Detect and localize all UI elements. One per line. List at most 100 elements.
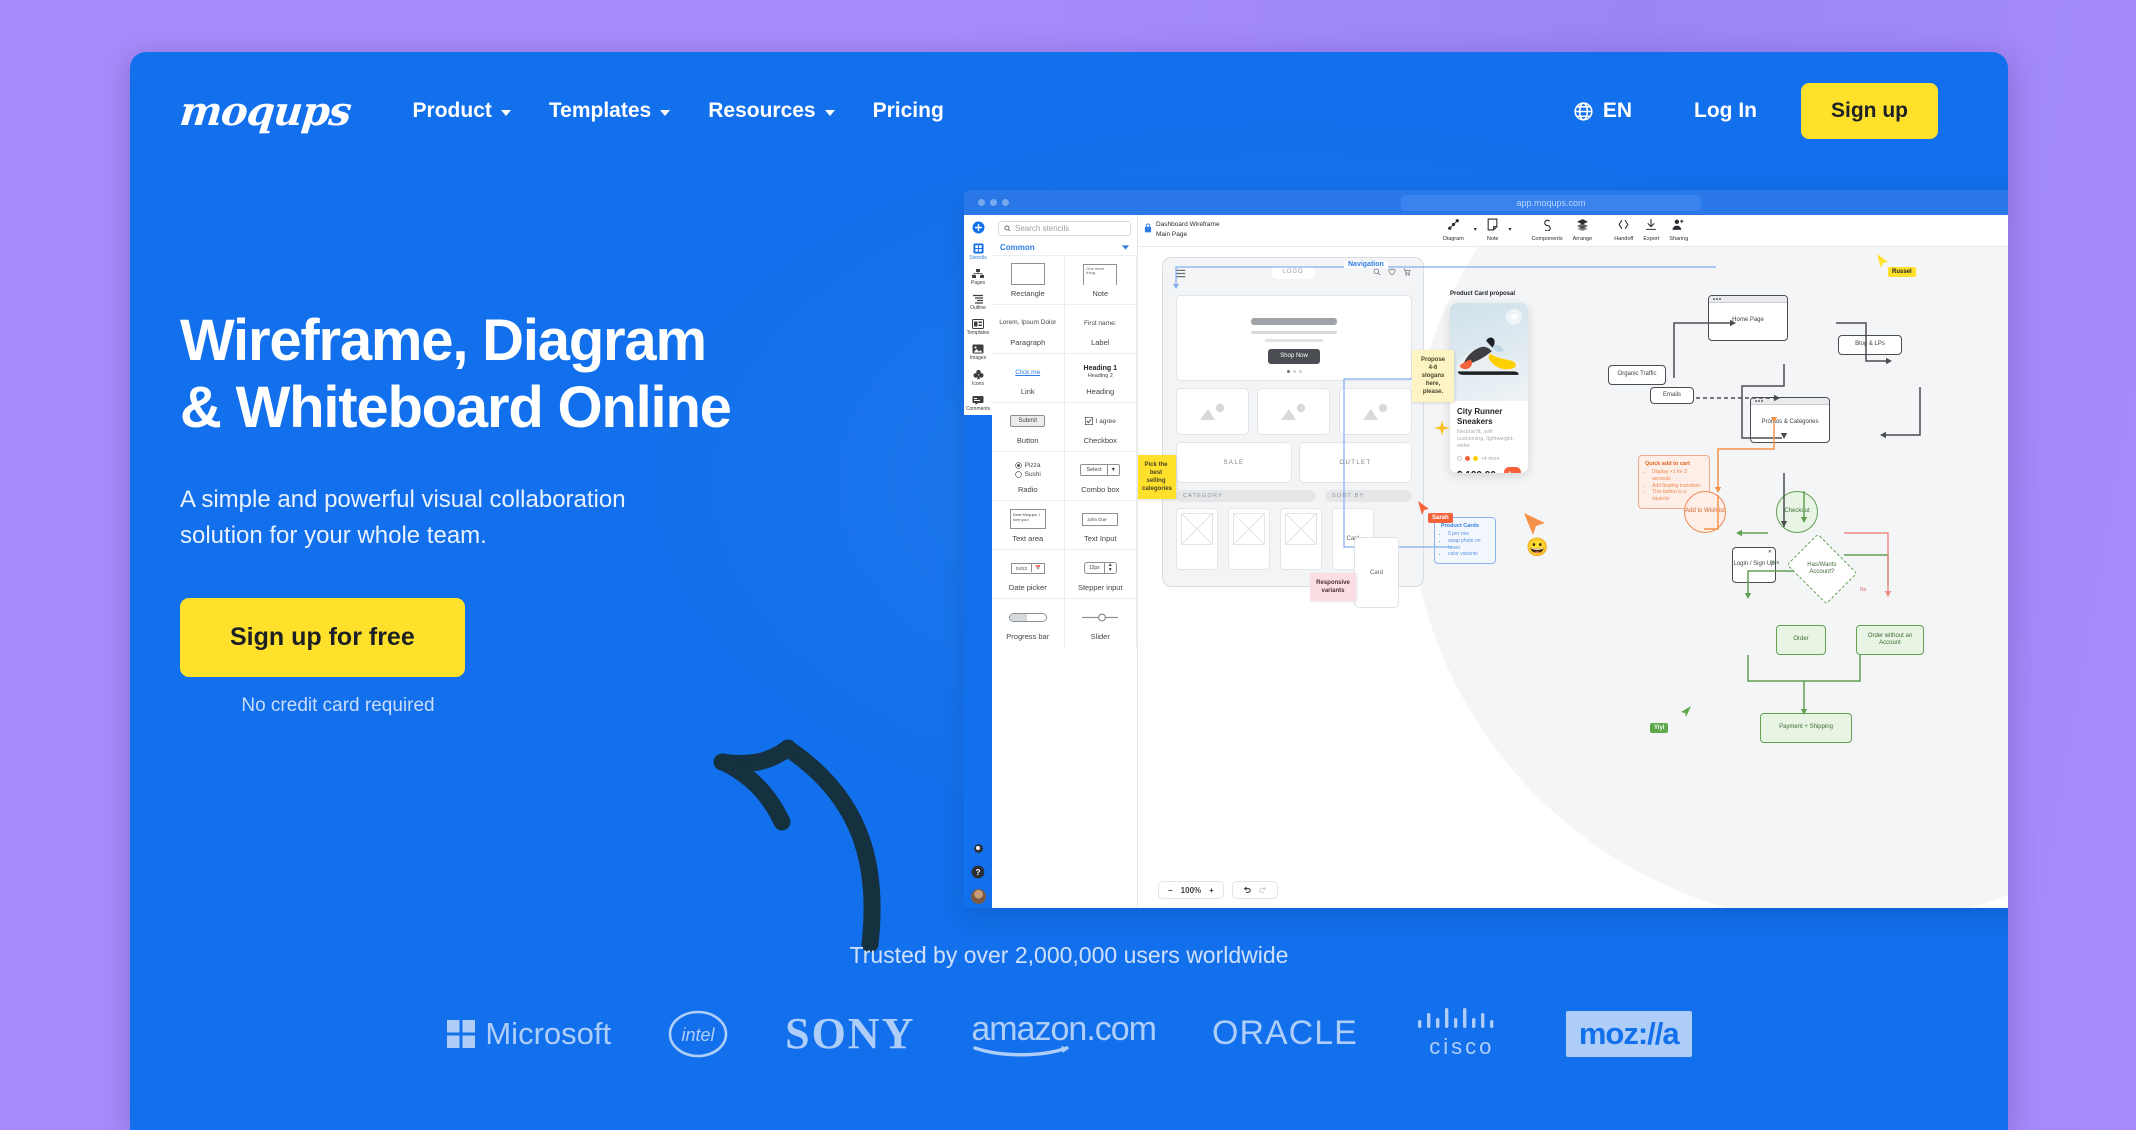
radio-option-2: Sushi	[1024, 471, 1041, 478]
wireframe-category-tile	[1257, 388, 1330, 435]
nav-item-pricing[interactable]: Pricing	[873, 99, 944, 123]
search-stencils-input[interactable]: Search stencils	[998, 221, 1131, 236]
sidebar-item-comments[interactable]: Comments	[964, 390, 992, 415]
logo-amazon: amazon.com	[971, 1010, 1157, 1057]
stencil-button[interactable]: Submit Button	[992, 402, 1065, 451]
document-page: Main Page	[1156, 230, 1188, 238]
sidebar-item-templates[interactable]: Templates	[964, 314, 992, 339]
app-canvas[interactable]: Dashboard Wireframe Main Page Diagram ▾	[1138, 215, 2008, 908]
toolbar-components[interactable]: Components	[1531, 218, 1563, 242]
zoom-out-button[interactable]: −	[1168, 886, 1173, 895]
language-switcher[interactable]: EN	[1573, 99, 1632, 123]
code-icon	[1618, 219, 1629, 230]
browser-chrome: app.moqups.com	[964, 190, 2008, 215]
toolbar-handoff-label: Handoff	[1614, 236, 1634, 242]
cursor-label-yiyi: Yiyi	[1650, 723, 1669, 733]
address-bar[interactable]: app.moqups.com	[1401, 195, 1701, 211]
slider-icon	[1081, 605, 1119, 629]
wireframe-product-placeholder	[1280, 508, 1322, 570]
checkbox-icon	[1084, 417, 1093, 425]
nav-item-resources[interactable]: Resources	[708, 99, 835, 123]
stencil-label[interactable]: First name: Label	[1064, 304, 1137, 353]
add-to-cart-button[interactable]	[1504, 466, 1521, 473]
zoom-in-button[interactable]: +	[1209, 886, 1214, 895]
login-link[interactable]: Log In	[1694, 99, 1757, 123]
textarea-preview: Dear Moqups, I love you!	[1009, 507, 1046, 531]
sidebar-item-pages[interactable]: Pages	[964, 264, 992, 289]
microsoft-icon	[447, 1019, 476, 1048]
chevron-down-icon[interactable]: ▾	[1474, 226, 1477, 242]
app-left-rail: Stencils Pages Outline Templates Images …	[964, 215, 992, 908]
history-control-group[interactable]	[1231, 881, 1278, 899]
plus-circle-icon	[972, 221, 984, 234]
stencil-textarea[interactable]: Dear Moqups, I love you! Text area	[992, 500, 1065, 549]
nav-item-product[interactable]: Product	[413, 99, 511, 123]
flow-edge-label-yes: Yes	[1771, 560, 1780, 566]
stencil-caption: Note	[1092, 289, 1109, 298]
note-icon	[1487, 218, 1498, 231]
wireframe-shop-now-button[interactable]: Shop Now	[1268, 349, 1320, 364]
stencil-paragraph[interactable]: Lorem, Ipsum Dolor Paragraph	[992, 304, 1065, 353]
sticky-note-responsive[interactable]: Responsive variants	[1310, 573, 1356, 602]
stencil-stepper[interactable]: 12px ▲ ▼ Stepper input	[1064, 549, 1137, 598]
stencil-radio[interactable]: Pizza Sushi Radio	[992, 451, 1065, 500]
heading-preview: Heading 1 Heading 2	[1084, 360, 1117, 384]
zoom-control-group[interactable]: − 100% +	[1158, 881, 1224, 899]
pages-icon	[972, 269, 984, 278]
stencil-checkbox[interactable]: I agree Checkbox	[1064, 402, 1137, 451]
sidebar-item-outline[interactable]: Outline	[964, 289, 992, 314]
stencil-heading[interactable]: Heading 1 Heading 2 Heading	[1064, 353, 1137, 402]
stencil-combobox[interactable]: Select ▼ Combo box	[1064, 451, 1137, 500]
toolbar-note[interactable]: Note	[1487, 218, 1498, 242]
sidebar-item-images[interactable]: Images	[964, 339, 992, 364]
sticky-note-categories[interactable]: Pick the best selling categories	[1138, 455, 1176, 500]
logo-oracle: ORACLE	[1212, 1014, 1358, 1053]
textinput-preview: John Doe	[1082, 507, 1119, 531]
chevron-down-icon[interactable]: ▾	[1508, 226, 1511, 242]
product-swatches[interactable]: +4 more	[1457, 456, 1521, 462]
stencil-datepicker[interactable]: 04/22 📅 Date picker	[992, 549, 1065, 598]
gear-icon[interactable]	[971, 841, 985, 855]
swatch-orange[interactable]	[1465, 456, 1470, 462]
navigation-annotation-line	[1173, 266, 1716, 289]
window-dots-icon	[1755, 400, 1763, 402]
button-preview: Submit	[1010, 409, 1046, 433]
add-new-button[interactable]	[964, 215, 992, 238]
document-title-block[interactable]: Dashboard Wireframe Main Page	[1156, 220, 1220, 240]
logo-sony-label: SONY	[785, 1009, 916, 1058]
datepicker-preview: 04/22 📅	[1010, 556, 1045, 580]
stencil-progress[interactable]: Progress bar	[992, 598, 1065, 647]
sneaker-photo	[1456, 337, 1523, 375]
svg-text:?: ?	[976, 868, 981, 877]
stencil-link[interactable]: Click me Link	[992, 353, 1065, 402]
stencil-group-header[interactable]: Common	[992, 242, 1137, 255]
toolbar-diagram-label: Diagram	[1443, 236, 1464, 242]
redo-icon[interactable]	[1259, 886, 1268, 895]
toolbar-diagram[interactable]: Diagram	[1443, 218, 1464, 242]
signup-button[interactable]: Sign up	[1801, 83, 1938, 139]
toolbar-sharing[interactable]: Sharing	[1669, 218, 1688, 242]
sidebar-item-icons[interactable]: Icons	[964, 364, 992, 390]
swatch-yellow[interactable]	[1473, 456, 1478, 462]
flow-node-has-account[interactable]: Has/Wants Account?	[1786, 533, 1858, 605]
toolbar-export[interactable]: Export	[1643, 218, 1659, 242]
signup-for-free-button[interactable]: Sign up for free	[180, 597, 465, 677]
sticky-note-slogans[interactable]: Propose 4-6 slogans here, please.	[1412, 350, 1454, 403]
user-avatar[interactable]	[970, 889, 986, 904]
stencil-textinput[interactable]: John Doe Text Input	[1064, 500, 1137, 549]
moqups-logo[interactable]: moqups	[178, 88, 353, 135]
toolbar-handoff[interactable]: Handoff	[1614, 218, 1633, 242]
help-icon[interactable]: ?	[971, 865, 985, 879]
favorite-button[interactable]	[1506, 309, 1522, 325]
label-preview-text: First name:	[1083, 319, 1117, 327]
undo-icon[interactable]	[1242, 886, 1251, 895]
button-preview-text: Submit	[1018, 418, 1038, 424]
stencil-slider[interactable]: Slider	[1064, 598, 1137, 647]
stencil-note[interactable]: One more thing.. Note	[1064, 255, 1137, 304]
app-toolbar: Dashboard Wireframe Main Page Diagram ▾	[1138, 215, 2008, 247]
sidebar-item-stencils[interactable]: Stencils	[964, 238, 992, 264]
stencil-rectangle[interactable]: Rectangle	[992, 255, 1065, 304]
toolbar-arrange[interactable]: Arrange	[1573, 218, 1592, 242]
nav-item-templates[interactable]: Templates	[549, 99, 671, 123]
wireframe-category-filter[interactable]: CATEGORY	[1176, 490, 1316, 502]
